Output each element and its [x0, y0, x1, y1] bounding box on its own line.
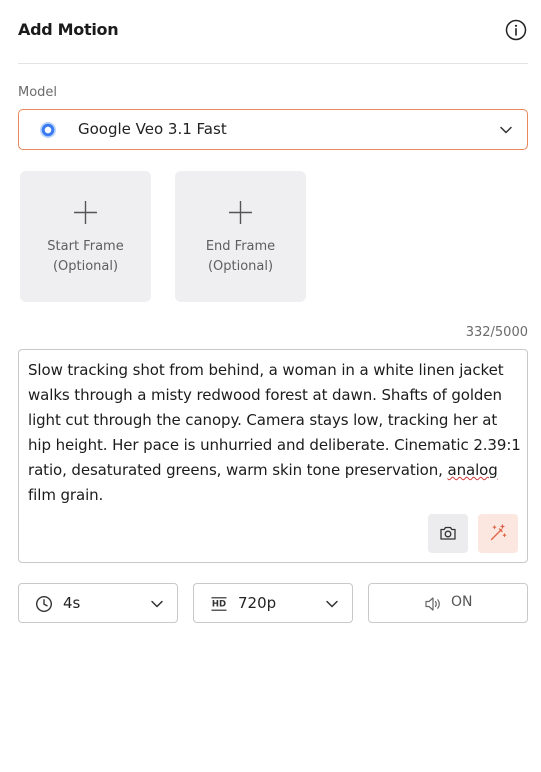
end-frame-label: End Frame (Optional) — [175, 237, 306, 277]
header-divider — [18, 63, 528, 64]
clock-icon — [35, 595, 53, 613]
sound-value: ON — [451, 594, 473, 610]
camera-icon — [440, 526, 456, 540]
plus-icon — [74, 201, 97, 224]
character-counter: 332/5000 — [465, 325, 528, 340]
google-veo-logo-icon — [40, 122, 56, 138]
end-frame-title: End Frame — [205, 239, 276, 254]
camera-button[interactable] — [428, 514, 468, 553]
chevron-down-icon — [151, 600, 163, 608]
prompt-textarea[interactable]: Slow tracking shot from behind, a woman … — [18, 349, 528, 563]
prompt-text[interactable]: Slow tracking shot from behind, a woman … — [28, 358, 524, 508]
magic-wand-icon — [490, 524, 507, 541]
start-frame-label: Start Frame (Optional) — [20, 237, 151, 277]
start-frame-upload[interactable]: Start Frame (Optional) — [20, 171, 151, 302]
duration-value: 4s — [63, 594, 81, 612]
resolution-value: 720p — [238, 594, 277, 612]
model-selected-value: Google Veo 3.1 Fast — [78, 120, 227, 138]
page-title: Add Motion — [18, 20, 119, 39]
prompt-text-end: film grain. — [28, 486, 104, 504]
info-icon[interactable] — [505, 19, 527, 41]
magic-enhance-button[interactable] — [478, 514, 518, 553]
start-frame-optional: (Optional) — [52, 259, 119, 274]
plus-icon — [229, 201, 252, 224]
model-label: Model — [18, 85, 58, 100]
header: Add Motion — [18, 18, 528, 44]
chevron-down-icon — [326, 600, 338, 608]
misspelled-word: analog — [447, 461, 498, 479]
svg-text:HD: HD — [212, 600, 226, 610]
chevron-down-icon — [500, 126, 512, 134]
resolution-select[interactable]: HD 720p — [193, 583, 353, 623]
sound-toggle[interactable]: ON — [368, 583, 528, 623]
hd-icon: HD — [211, 597, 227, 611]
speaker-icon — [425, 597, 440, 611]
start-frame-title: Start Frame — [47, 239, 124, 254]
end-frame-optional: (Optional) — [207, 259, 274, 274]
model-select[interactable]: Google Veo 3.1 Fast — [18, 109, 528, 150]
end-frame-upload[interactable]: End Frame (Optional) — [175, 171, 306, 302]
duration-select[interactable]: 4s — [18, 583, 178, 623]
